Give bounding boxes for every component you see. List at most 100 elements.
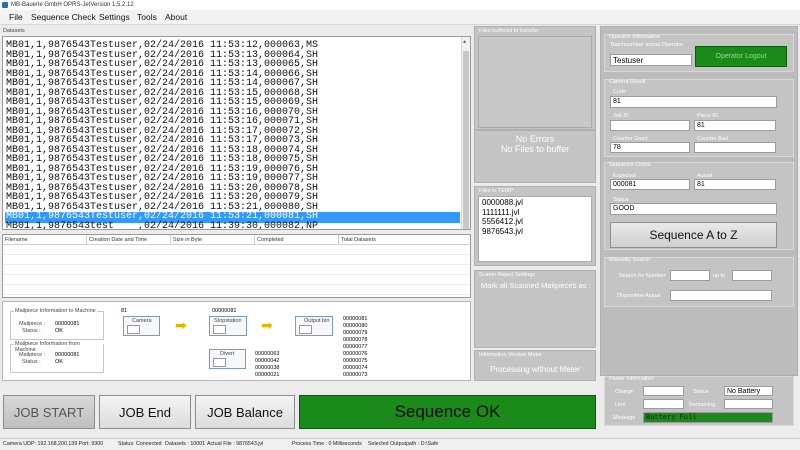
output-item: 00000073 bbox=[343, 372, 368, 378]
divert-station: Divert bbox=[209, 349, 246, 369]
col-filename[interactable]: Filename bbox=[3, 235, 87, 245]
sequence-ok-indicator: Sequence OK bbox=[299, 395, 596, 429]
title-bar: MB-Bauerle GmbH OPRS-JetVersion 1.5.2.12 bbox=[0, 0, 800, 10]
divert-label: Divert bbox=[220, 351, 235, 357]
col-size[interactable]: Size in Byte bbox=[171, 235, 255, 245]
meter-panel: Information Version Meter Processing wit… bbox=[474, 350, 596, 381]
job-start-button[interactable]: JOB START bbox=[3, 395, 95, 429]
app-icon bbox=[2, 2, 8, 8]
status-field[interactable]: GOOD bbox=[610, 203, 777, 215]
buffer-files-panel: Files buffered to transfer bbox=[474, 26, 596, 130]
dataset-row[interactable]: MB01,1,9876543test ,02/24/2016 11:39:30,… bbox=[6, 221, 318, 229]
buffer-status-panel: No Errors No Files to buffer bbox=[474, 130, 596, 183]
meter-title: Information Version Meter bbox=[479, 352, 542, 358]
output-item: 00000077 bbox=[343, 344, 368, 350]
menu-tools[interactable]: Tools bbox=[137, 12, 157, 23]
sequence-a-to-z-button[interactable]: Sequence A to Z bbox=[610, 222, 777, 248]
temp-file-item[interactable]: 1111111.jvl bbox=[482, 208, 588, 218]
arrow-right-icon: ➡ bbox=[175, 317, 187, 333]
menu-sequence-check[interactable]: Sequence Check bbox=[31, 12, 96, 23]
scanner-reject-panel: Scaner Reject Settings Mark all Scanned … bbox=[474, 270, 596, 348]
temp-file-item[interactable]: 5556412.jvl bbox=[482, 217, 588, 227]
up-to-label: up to bbox=[713, 273, 726, 279]
code-field[interactable]: 81 bbox=[610, 96, 777, 108]
buffer-status-line1: No Errors bbox=[515, 134, 555, 144]
stopstation-label: Stopstation bbox=[214, 318, 242, 324]
job-id-field[interactable] bbox=[610, 120, 690, 131]
power-status-field[interactable]: No Battery bbox=[724, 386, 773, 396]
files-table[interactable]: Filename Creation Date and Time Size in … bbox=[2, 234, 471, 298]
datasets-scrollbar[interactable]: ▴ bbox=[461, 37, 470, 229]
window-title: MB-Bauerle GmbH OPRS-JetVersion 1.5.2.12 bbox=[11, 2, 134, 8]
stopstation-count: 00000081 bbox=[212, 308, 237, 314]
mailpiece-flow-panel: Mailpiece Information to Machine Mailpie… bbox=[2, 301, 471, 381]
status-datasets: Datasets : 10001 bbox=[165, 441, 206, 447]
expected-field[interactable]: 000081 bbox=[610, 179, 690, 190]
operator-name-field[interactable]: Testuser bbox=[610, 54, 692, 66]
from-machine-mailpiece-label: Mailpiece : bbox=[19, 352, 46, 358]
disposition-field[interactable] bbox=[670, 290, 772, 301]
to-machine-title: Mailpiece Information to Machine bbox=[14, 308, 97, 314]
output-item: 00000078 bbox=[343, 337, 368, 343]
counter-good-field[interactable]: 78 bbox=[610, 142, 690, 153]
status-process-time: Process Time : 0 Milliseconds bbox=[292, 441, 362, 447]
col-total-datasets[interactable]: Total Datasets bbox=[339, 235, 470, 245]
col-creation-date[interactable]: Creation Date and Time bbox=[87, 235, 171, 245]
search-number-label: Search for Number bbox=[619, 273, 666, 279]
scroll-thumb[interactable] bbox=[463, 51, 469, 229]
operator-logout-button[interactable]: Operator Logout bbox=[695, 46, 787, 67]
stopstation: Stopstation bbox=[209, 316, 247, 336]
temp-files-panel: Files in TEMP 0000088.jvl 1111111.jvl 55… bbox=[474, 186, 596, 266]
divert-item: 00000042 bbox=[255, 358, 280, 364]
output-item: 00000075 bbox=[343, 358, 368, 364]
status-camera: Camera UDP: 192.168.200.139 Port: 9300 bbox=[3, 441, 104, 447]
divert-item: 00000038 bbox=[255, 365, 280, 371]
temp-file-item[interactable]: 9876543.jvl bbox=[482, 227, 588, 237]
piece-id-field[interactable]: 81 bbox=[694, 120, 776, 131]
charge-field[interactable] bbox=[643, 386, 684, 396]
camera-label: Camera bbox=[132, 318, 152, 324]
message-label: Message bbox=[613, 415, 636, 421]
temp-title: Files in TEMP bbox=[479, 188, 514, 194]
buffer-list[interactable] bbox=[478, 36, 592, 128]
line-field[interactable] bbox=[643, 399, 684, 409]
line-label: Line bbox=[615, 402, 626, 408]
actual-field[interactable]: 81 bbox=[694, 179, 776, 190]
scroll-up-icon[interactable]: ▴ bbox=[463, 38, 466, 45]
temp-file-item[interactable]: 0000088.jvl bbox=[482, 198, 588, 208]
counter-bad-field[interactable] bbox=[694, 142, 776, 153]
application-window: MB-Bauerle GmbH OPRS-JetVersion 1.5.2.12… bbox=[0, 0, 800, 450]
menu-file[interactable]: File bbox=[9, 12, 23, 23]
from-machine-group: Mailpiece Information from Machine Mailp… bbox=[10, 341, 104, 373]
code-label: Code bbox=[613, 89, 627, 95]
output-item: 00000080 bbox=[343, 323, 368, 329]
remaining-field[interactable] bbox=[724, 399, 773, 409]
camera-count: 81 bbox=[121, 308, 128, 314]
remaining-label: Remaining bbox=[689, 402, 716, 408]
search-from-field[interactable] bbox=[670, 270, 710, 281]
output-bin: Output bin bbox=[295, 316, 333, 336]
power-group: Power Information Charge Status No Batte… bbox=[604, 376, 794, 426]
job-balance-button[interactable]: JOB Balance bbox=[195, 395, 295, 429]
job-end-button[interactable]: JOB End bbox=[99, 395, 191, 429]
message-field[interactable]: Battery Full bbox=[643, 412, 773, 423]
status-output-path: Selected Outputpath : D:\Safe bbox=[368, 441, 439, 447]
status-connection: Status: Connected bbox=[118, 441, 162, 447]
from-machine-mailpiece-value: 00000081 bbox=[55, 352, 80, 358]
output-item: 00000081 bbox=[343, 316, 368, 322]
meter-text: Processing without Meter bbox=[490, 365, 580, 374]
menu-settings[interactable]: Settings bbox=[99, 12, 130, 23]
col-completed[interactable]: Completed bbox=[255, 235, 339, 245]
menu-about[interactable]: About bbox=[165, 12, 187, 23]
piece-id-label: Piece ID bbox=[697, 113, 718, 119]
output-bin-slot bbox=[299, 325, 312, 334]
search-to-field[interactable] bbox=[732, 270, 772, 281]
menu-bar: File Sequence Check Settings Tools About bbox=[0, 10, 800, 25]
manual-search-group: Manually Search Search for Number up to … bbox=[604, 257, 794, 307]
camera-station: Camera bbox=[123, 316, 160, 336]
temp-files-list[interactable]: 0000088.jvl 1111111.jvl 5556412.jvl 9876… bbox=[478, 196, 592, 262]
status-actual-file: Actual File : 9876543.jvl bbox=[207, 441, 264, 447]
sequence-check-title: Sequence Check bbox=[609, 162, 651, 168]
datasets-title: Datasets bbox=[3, 28, 25, 34]
datasets-list[interactable]: MB01,1,9876543Testuser,02/24/2016 11:53:… bbox=[2, 36, 471, 230]
